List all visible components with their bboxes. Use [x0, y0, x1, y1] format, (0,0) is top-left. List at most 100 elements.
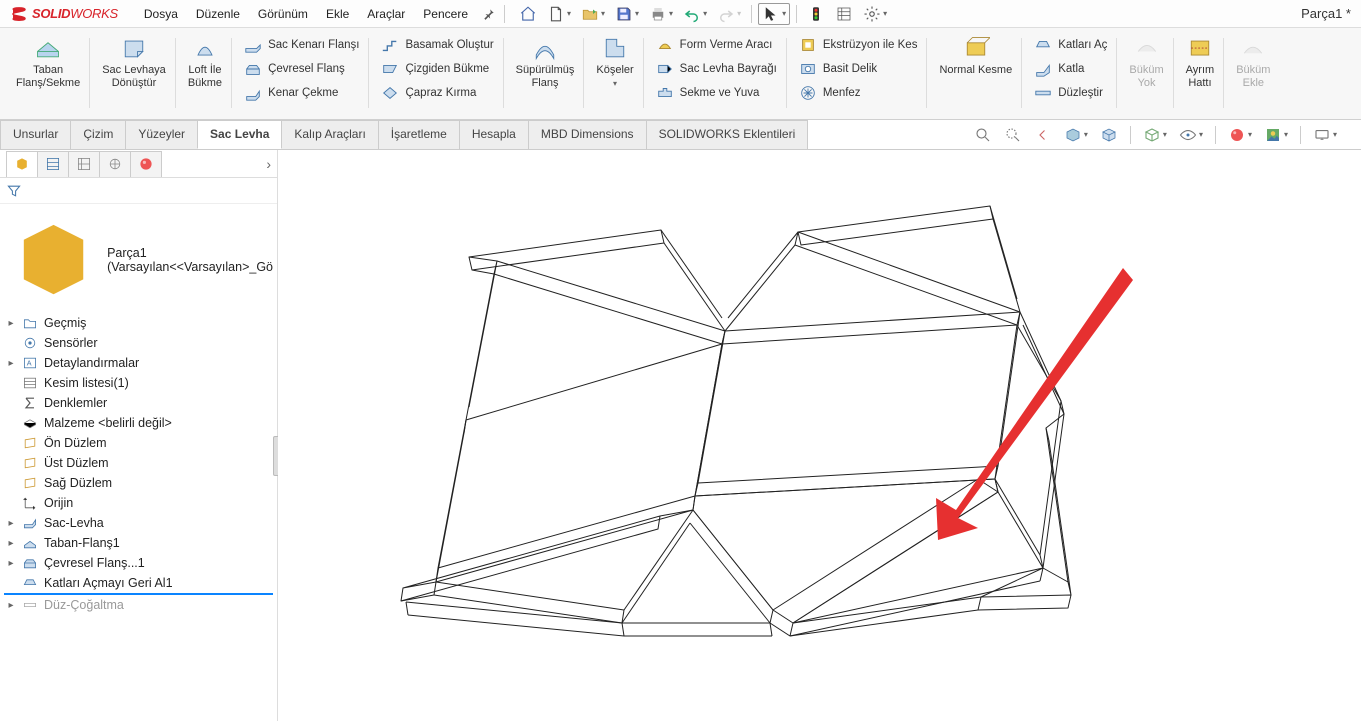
sensor-icon	[22, 335, 38, 351]
menu-araclar[interactable]: Araçlar	[359, 3, 413, 25]
pin-icon[interactable]	[482, 3, 496, 25]
unfold-icon	[22, 575, 38, 591]
redo-button[interactable]	[713, 3, 745, 25]
tree-item-sag-duzlem[interactable]: ▸Sağ Düzlem	[0, 473, 277, 493]
section-view-icon[interactable]	[1060, 124, 1092, 146]
menu-duzenle[interactable]: Düzenle	[188, 3, 248, 25]
options-button[interactable]	[859, 3, 891, 25]
basamak-olustur-button[interactable]: Basamak Oluştur	[377, 34, 497, 56]
cizgiden-bukme-button[interactable]: Çizgiden Bükme	[377, 58, 497, 80]
display-style-icon[interactable]	[1139, 124, 1171, 146]
form-verme-araci-button[interactable]: Form Verme Aracı	[652, 34, 781, 56]
tab-isaretleme[interactable]: İşaretleme	[378, 120, 460, 149]
tree-item-saclevha[interactable]: ▸Sac-Levha	[0, 513, 277, 533]
panel-collapse-icon[interactable]: ›	[266, 156, 271, 172]
tree-item-orijin[interactable]: ▸Orijin	[0, 493, 277, 513]
view-settings-icon[interactable]	[1309, 124, 1341, 146]
duzlestir-button[interactable]: Düzleştir	[1030, 82, 1111, 104]
tree-item-cevresel-flans[interactable]: ▸Çevresel Flanş...1	[0, 553, 277, 573]
bukum-yok-button: Büküm Yok	[1125, 32, 1167, 91]
katla-button[interactable]: Katla	[1030, 58, 1111, 80]
zoom-area-icon[interactable]	[1000, 124, 1026, 146]
view-orientation-icon[interactable]	[1096, 124, 1122, 146]
menu-ekle[interactable]: Ekle	[318, 3, 357, 25]
save-button[interactable]	[611, 3, 643, 25]
menu-dosya[interactable]: Dosya	[136, 3, 186, 25]
home-button[interactable]	[515, 3, 541, 25]
flatpattern-icon	[22, 597, 38, 613]
capraz-kirma-button[interactable]: Çapraz Kırma	[377, 82, 497, 104]
sac-levha-bayragi-button[interactable]: Sac Levha Bayrağı	[652, 58, 781, 80]
properties-icon[interactable]	[831, 3, 857, 25]
manager-tab-property[interactable]	[37, 151, 69, 177]
katlari-ac-button[interactable]: Katları Aç	[1030, 34, 1111, 56]
tree-root[interactable]: Parça1 (Varsayılan<<Varsayılan>_Gö	[0, 208, 277, 313]
tree-item-gecmis[interactable]: ▸Geçmiş	[0, 313, 277, 333]
tab-yuzeyler[interactable]: Yüzeyler	[125, 120, 198, 149]
traffic-light-icon[interactable]	[803, 3, 829, 25]
manager-tabs: ›	[0, 150, 277, 178]
edgeflange-icon	[22, 555, 38, 571]
ekstruzyon-ile-kes-button[interactable]: Ekstrüzyon ile Kes	[795, 34, 922, 56]
ayrim-hatti-button[interactable]: Ayrım Hattı	[1182, 32, 1219, 91]
tree-item-ust-duzlem[interactable]: ▸Üst Düzlem	[0, 453, 277, 473]
normal-kesme-button[interactable]: Normal Kesme	[935, 32, 1016, 79]
apply-scene-icon[interactable]	[1260, 124, 1292, 146]
menu-gorunum[interactable]: Görünüm	[250, 3, 316, 25]
tree-item-katlari-geri-al[interactable]: ▸Katları Açmayı Geri Al1	[0, 573, 277, 593]
manager-tab-dimxpert[interactable]	[99, 151, 131, 177]
tree-filter[interactable]	[0, 178, 277, 204]
tree-item-sensorler[interactable]: ▸Sensörler	[0, 333, 277, 353]
menfez-button[interactable]: Menfez	[795, 82, 922, 104]
tree-item-on-duzlem[interactable]: ▸Ön Düzlem	[0, 433, 277, 453]
taban-flans-button[interactable]: Taban Flanş/Sekme	[12, 32, 84, 91]
select-button[interactable]	[758, 3, 790, 25]
command-tabs: Unsurlar Çizim Yüzeyler Sac Levha Kalıp …	[0, 120, 807, 149]
tree-item-denklemler[interactable]: ▸Denklemler	[0, 393, 277, 413]
feature-manager-panel: › Parça1 (Varsayılan<<Varsayılan>_Gö ▸Ge…	[0, 150, 278, 721]
tab-mbd[interactable]: MBD Dimensions	[528, 120, 647, 149]
tab-eklentiler[interactable]: SOLIDWORKS Eklentileri	[646, 120, 809, 149]
tab-kalip[interactable]: Kalıp Araçları	[281, 120, 378, 149]
print-button[interactable]	[645, 3, 677, 25]
tab-cizim[interactable]: Çizim	[70, 120, 126, 149]
koseler-button[interactable]: Köşeler ▾	[592, 32, 637, 90]
funnel-icon	[6, 183, 22, 199]
baseflange-icon	[22, 535, 38, 551]
sigma-icon	[22, 395, 38, 411]
tab-unsurlar[interactable]: Unsurlar	[0, 120, 71, 149]
tab-hesapla[interactable]: Hesapla	[459, 120, 529, 149]
zoom-fit-icon[interactable]	[970, 124, 996, 146]
supurulmus-flans-button[interactable]: Süpürülmüş Flanş	[512, 32, 579, 91]
menu-pencere[interactable]: Pencere	[415, 3, 476, 25]
tree-root-label: Parça1 (Varsayılan<<Varsayılan>_Gö	[107, 246, 273, 274]
tree-item-detay[interactable]: ▸ADetaylandırmalar	[0, 353, 277, 373]
app-logo: SOLIDWORKS	[0, 5, 128, 23]
manager-tab-appearance[interactable]	[130, 151, 162, 177]
sac-kenari-flansi-button[interactable]: Sac Kenarı Flanşı	[240, 34, 363, 56]
sheetmetal-icon	[22, 515, 38, 531]
previous-view-icon[interactable]	[1030, 124, 1056, 146]
folder-icon	[22, 315, 38, 331]
graphics-viewport[interactable]	[278, 150, 1361, 721]
tree-item-duz-cogaltma[interactable]: ▸Düz-Çoğaltma	[0, 595, 277, 615]
undo-button[interactable]	[679, 3, 711, 25]
tree-item-malzeme[interactable]: ▸Malzeme <belirli değil>	[0, 413, 277, 433]
hide-show-icon[interactable]	[1175, 124, 1207, 146]
edit-appearance-icon[interactable]	[1224, 124, 1256, 146]
open-button[interactable]	[577, 3, 609, 25]
menu-bar: SOLIDWORKS Dosya Düzenle Görünüm Ekle Ar…	[0, 0, 1361, 28]
sekme-ve-yuva-button[interactable]: Sekme ve Yuva	[652, 82, 781, 104]
tree-item-taban-flans[interactable]: ▸Taban-Flanş1	[0, 533, 277, 553]
sac-levhaya-donustur-button[interactable]: Sac Levhaya Dönüştür	[98, 32, 170, 91]
tab-saclevha[interactable]: Sac Levha	[197, 120, 282, 149]
basit-delik-button[interactable]: Basit Delik	[795, 58, 922, 80]
new-button[interactable]	[543, 3, 575, 25]
manager-tab-feature[interactable]	[6, 151, 38, 177]
kenar-cekme-button[interactable]: Kenar Çekme	[240, 82, 363, 104]
main-area: › Parça1 (Varsayılan<<Varsayılan>_Gö ▸Ge…	[0, 150, 1361, 721]
tree-item-kesim[interactable]: ▸Kesim listesi(1)	[0, 373, 277, 393]
manager-tab-config[interactable]	[68, 151, 100, 177]
loft-ile-bukme-button[interactable]: Loft İle Bükme	[184, 32, 226, 91]
cevresel-flans-button[interactable]: Çevresel Flanş	[240, 58, 363, 80]
